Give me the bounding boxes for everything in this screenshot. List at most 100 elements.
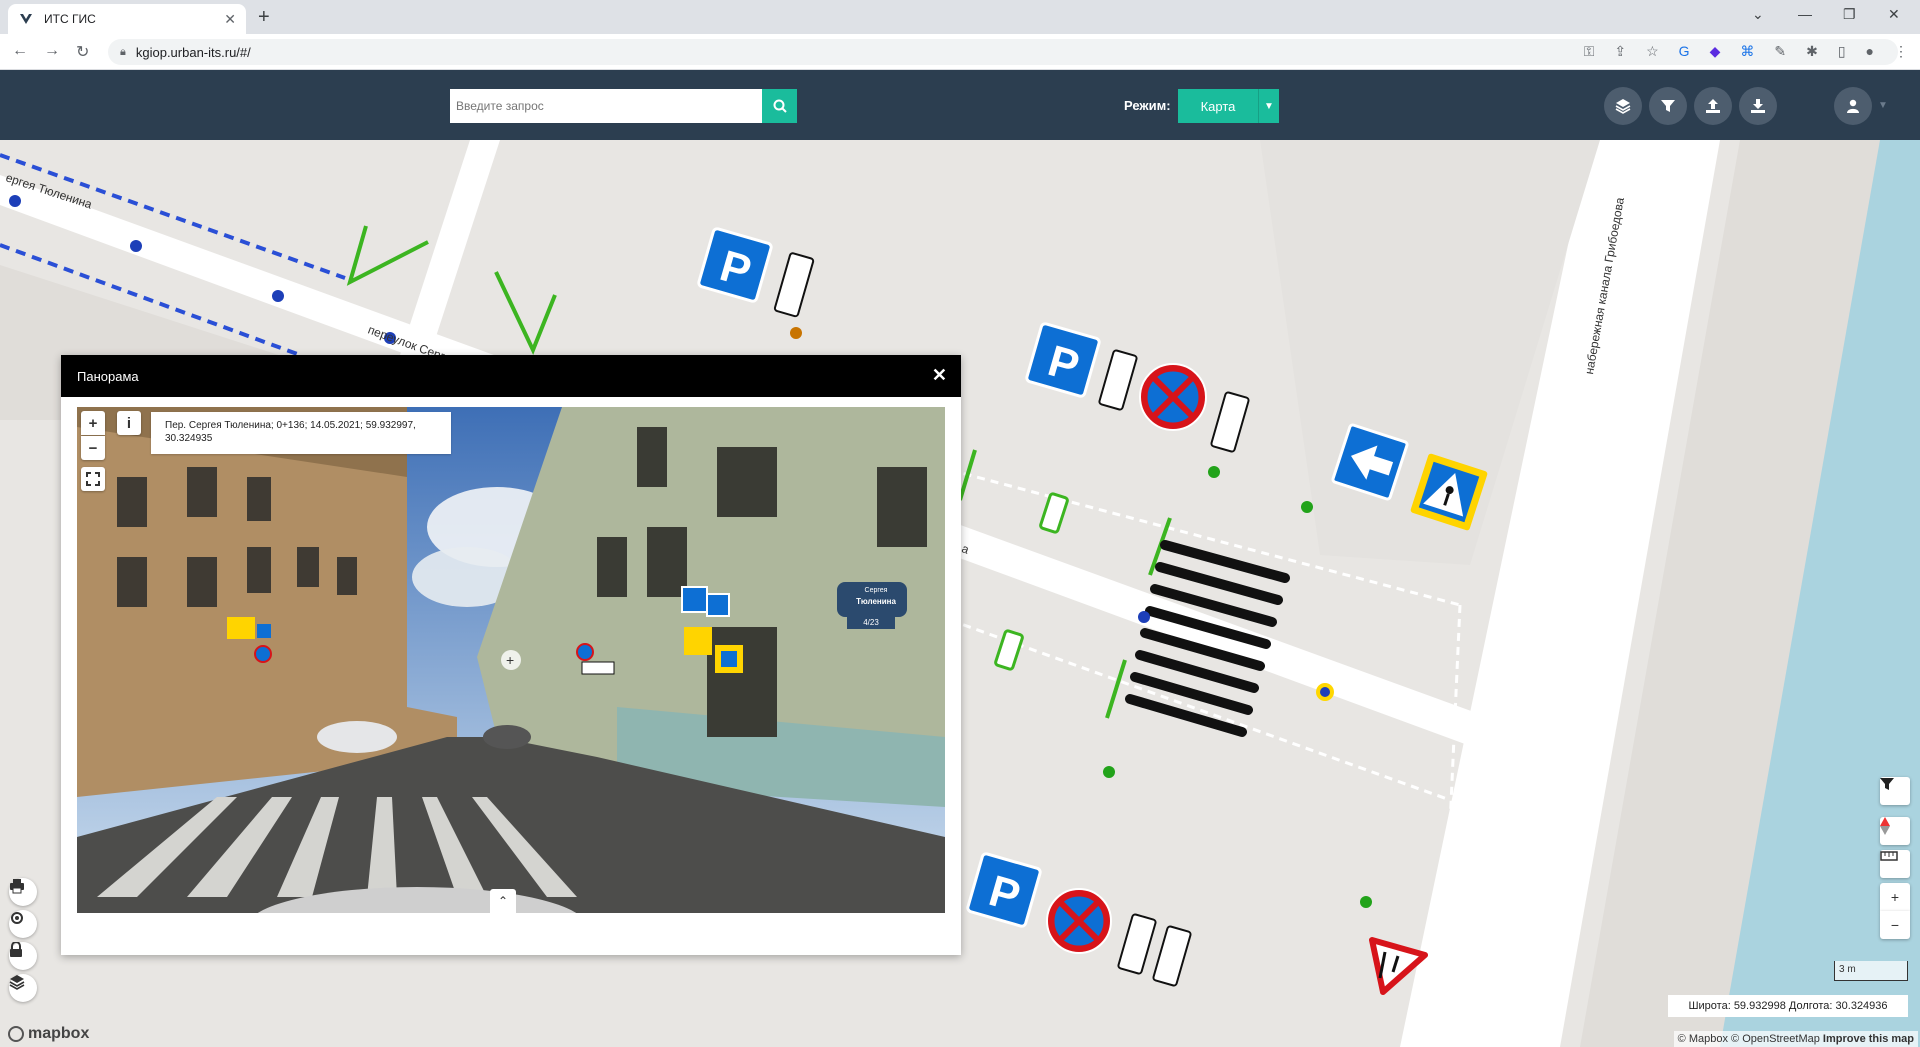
- window-close-icon[interactable]: ✕: [1888, 6, 1900, 23]
- svg-text:+: +: [506, 652, 514, 668]
- map-point[interactable]: [9, 195, 21, 207]
- panorama-zoom-out[interactable]: −: [81, 436, 105, 460]
- panorama-info-box: Пер. Сергея Тюленина; 0+136; 14.05.2021;…: [151, 412, 451, 454]
- back-icon[interactable]: ←: [12, 42, 28, 60]
- eyedropper-icon[interactable]: ✎: [1774, 43, 1786, 60]
- minimize-icon[interactable]: —: [1798, 6, 1812, 22]
- map-point[interactable]: [1103, 766, 1115, 778]
- user-icon: [1847, 99, 1859, 113]
- no-stopping-sign-icon[interactable]: [1046, 888, 1112, 954]
- filter-icon: [1661, 100, 1675, 112]
- map-point[interactable]: [272, 290, 284, 302]
- parking-sign-icon[interactable]: P: [966, 852, 1042, 928]
- app-header: Режим: Карта ▼ ▼: [0, 70, 1920, 140]
- time-plate-icon[interactable]: [773, 252, 815, 318]
- filter-button[interactable]: [1649, 87, 1687, 125]
- zoom-in-button[interactable]: +: [1880, 883, 1910, 911]
- panorama-header: Панорама ✕: [61, 355, 961, 397]
- bookmark-star-icon[interactable]: ☆: [1646, 43, 1659, 60]
- map-scale: 3 m: [1834, 961, 1908, 981]
- share-icon[interactable]: ⇪: [1614, 43, 1626, 60]
- layers-toggle-button[interactable]: [9, 974, 37, 1002]
- tab-search-icon[interactable]: ⌄: [1752, 6, 1764, 23]
- plaque-line2: Тюленина: [856, 597, 896, 606]
- url-text: kgiop.urban-its.ru/#/: [135, 44, 251, 60]
- map-attribution: © Mapbox © OpenStreetMap Improve this ma…: [1673, 1031, 1918, 1047]
- map-point[interactable]: [1301, 501, 1313, 513]
- translate-icon[interactable]: ⌘: [1740, 43, 1754, 60]
- panorama-title: Панорама: [77, 368, 139, 384]
- locate-button[interactable]: [9, 910, 37, 938]
- map-point[interactable]: [1360, 896, 1372, 908]
- download-button[interactable]: [1739, 87, 1777, 125]
- tab-close-icon[interactable]: ✕: [224, 11, 236, 28]
- search-button[interactable]: [762, 89, 797, 123]
- new-tab-icon[interactable]: +: [258, 6, 270, 29]
- map-point[interactable]: [130, 240, 142, 252]
- user-caret-icon[interactable]: ▼: [1878, 100, 1888, 111]
- filter-icon: [1880, 778, 1894, 790]
- time-plate-icon[interactable]: [1117, 913, 1157, 975]
- panorama-dialog: Панорама ✕ + Сергея Тюленина 4/23 + − i …: [61, 355, 961, 955]
- compass-button[interactable]: [1880, 817, 1910, 845]
- browser-tabbar: ИТС ГИС ✕ + ⌄ — ❐ ✕: [0, 0, 1920, 34]
- parking-sign-icon[interactable]: P: [1025, 322, 1101, 398]
- fullscreen-icon: [86, 472, 100, 486]
- close-icon[interactable]: ✕: [932, 365, 947, 386]
- browser-toolbar: ← → ↻ 🔒︎ kgiop.urban-its.ru/#/ ⚿ ⇪ ☆ G ◆…: [0, 34, 1920, 70]
- search-icon: [773, 99, 787, 113]
- panorama-info-button[interactable]: i: [117, 411, 141, 435]
- key-icon[interactable]: ⚿: [1584, 43, 1595, 60]
- upload-button[interactable]: [1694, 87, 1732, 125]
- extensions-puzzle-icon[interactable]: ✱: [1806, 43, 1818, 60]
- user-menu-button[interactable]: [1834, 87, 1872, 125]
- layers-icon: [1615, 99, 1631, 114]
- map-point[interactable]: [1208, 466, 1220, 478]
- upload-icon: [1706, 99, 1720, 113]
- no-stopping-sign-icon[interactable]: [1139, 363, 1207, 431]
- extension-g-icon[interactable]: G: [1679, 43, 1690, 60]
- ruler-button[interactable]: [1880, 850, 1910, 878]
- plaque-line3: 4/23: [863, 618, 879, 627]
- attribution-osm[interactable]: © OpenStreetMap: [1731, 1033, 1820, 1045]
- time-plate-icon[interactable]: [1210, 391, 1250, 453]
- mapbox-logo[interactable]: mapbox: [8, 1025, 89, 1043]
- menu-dots-icon[interactable]: ⋮: [1894, 43, 1908, 60]
- layers-button[interactable]: [1604, 87, 1642, 125]
- lock-button[interactable]: [9, 942, 37, 970]
- locate-icon: [11, 912, 23, 924]
- print-button[interactable]: [9, 878, 37, 906]
- extension-shield-icon[interactable]: ◆: [1710, 43, 1721, 60]
- chevron-up-icon[interactable]: ⌃: [490, 889, 516, 913]
- tow-plate-icon[interactable]: [1152, 925, 1192, 987]
- fullscreen-button[interactable]: [81, 467, 105, 491]
- mode-select[interactable]: Карта ▼: [1178, 89, 1279, 123]
- improve-map-link[interactable]: Improve this map: [1823, 1033, 1914, 1045]
- lock-icon: [10, 942, 22, 957]
- mode-value: Карта: [1200, 98, 1236, 114]
- print-icon: [10, 879, 24, 894]
- search-input[interactable]: [450, 89, 797, 123]
- forward-icon[interactable]: →: [44, 42, 60, 60]
- sidebar-icon[interactable]: ▯: [1838, 43, 1846, 60]
- layers-icon: [9, 975, 25, 990]
- map-point[interactable]: [790, 327, 802, 339]
- mapbox-logo-text: mapbox: [28, 1025, 90, 1042]
- tab-title: ИТС ГИС: [44, 12, 96, 26]
- profile-icon[interactable]: ●: [1866, 43, 1874, 60]
- zoom-out-button[interactable]: −: [1880, 911, 1910, 939]
- map-filter-button[interactable]: [1880, 777, 1910, 805]
- mapbox-logo-icon: [8, 1026, 24, 1042]
- site-favicon-icon: [18, 11, 34, 27]
- reload-icon[interactable]: ↻: [76, 42, 89, 62]
- distance-plate-icon[interactable]: [1098, 349, 1138, 411]
- caret-down-icon: ▼: [1258, 89, 1279, 123]
- restore-icon[interactable]: ❐: [1843, 6, 1856, 23]
- attribution-mapbox[interactable]: © Mapbox: [1678, 1033, 1728, 1045]
- panorama-viewer[interactable]: + Сергея Тюленина 4/23 + − i Пер. Сергея…: [77, 407, 945, 913]
- parking-sign-icon[interactable]: P: [697, 227, 773, 303]
- map-point[interactable]: [1138, 611, 1150, 623]
- mode-label: Режим:: [1124, 98, 1171, 113]
- browser-tab[interactable]: ИТС ГИС ✕: [8, 4, 246, 34]
- panorama-zoom-in[interactable]: +: [81, 411, 105, 435]
